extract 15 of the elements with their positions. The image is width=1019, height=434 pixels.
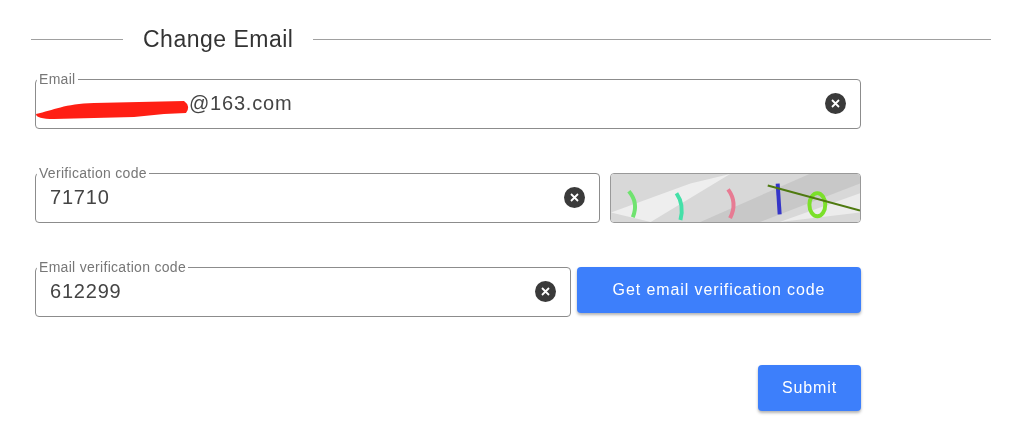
input-field[interactable]: @163.com	[50, 91, 825, 115]
field-label: Email	[38, 72, 77, 86]
section-title: Change Email	[143, 26, 294, 53]
get-code-button[interactable]: Get email verification code	[577, 267, 861, 313]
clear-icon[interactable]	[825, 92, 846, 114]
input-field[interactable]: 612299	[50, 279, 535, 303]
text-field[interactable]: Verification code 71710	[35, 166, 600, 223]
submit-button[interactable]: Submit	[758, 365, 861, 411]
text-field[interactable]: Email verification code 612299	[35, 260, 571, 317]
clear-icon[interactable]	[564, 186, 585, 208]
field-label: Verification code	[38, 166, 148, 180]
field-label: Email verification code	[38, 260, 187, 274]
clear-icon[interactable]	[535, 280, 556, 302]
text-field[interactable]: Email @163.com	[35, 72, 861, 129]
input-field[interactable]: 71710	[50, 185, 564, 209]
